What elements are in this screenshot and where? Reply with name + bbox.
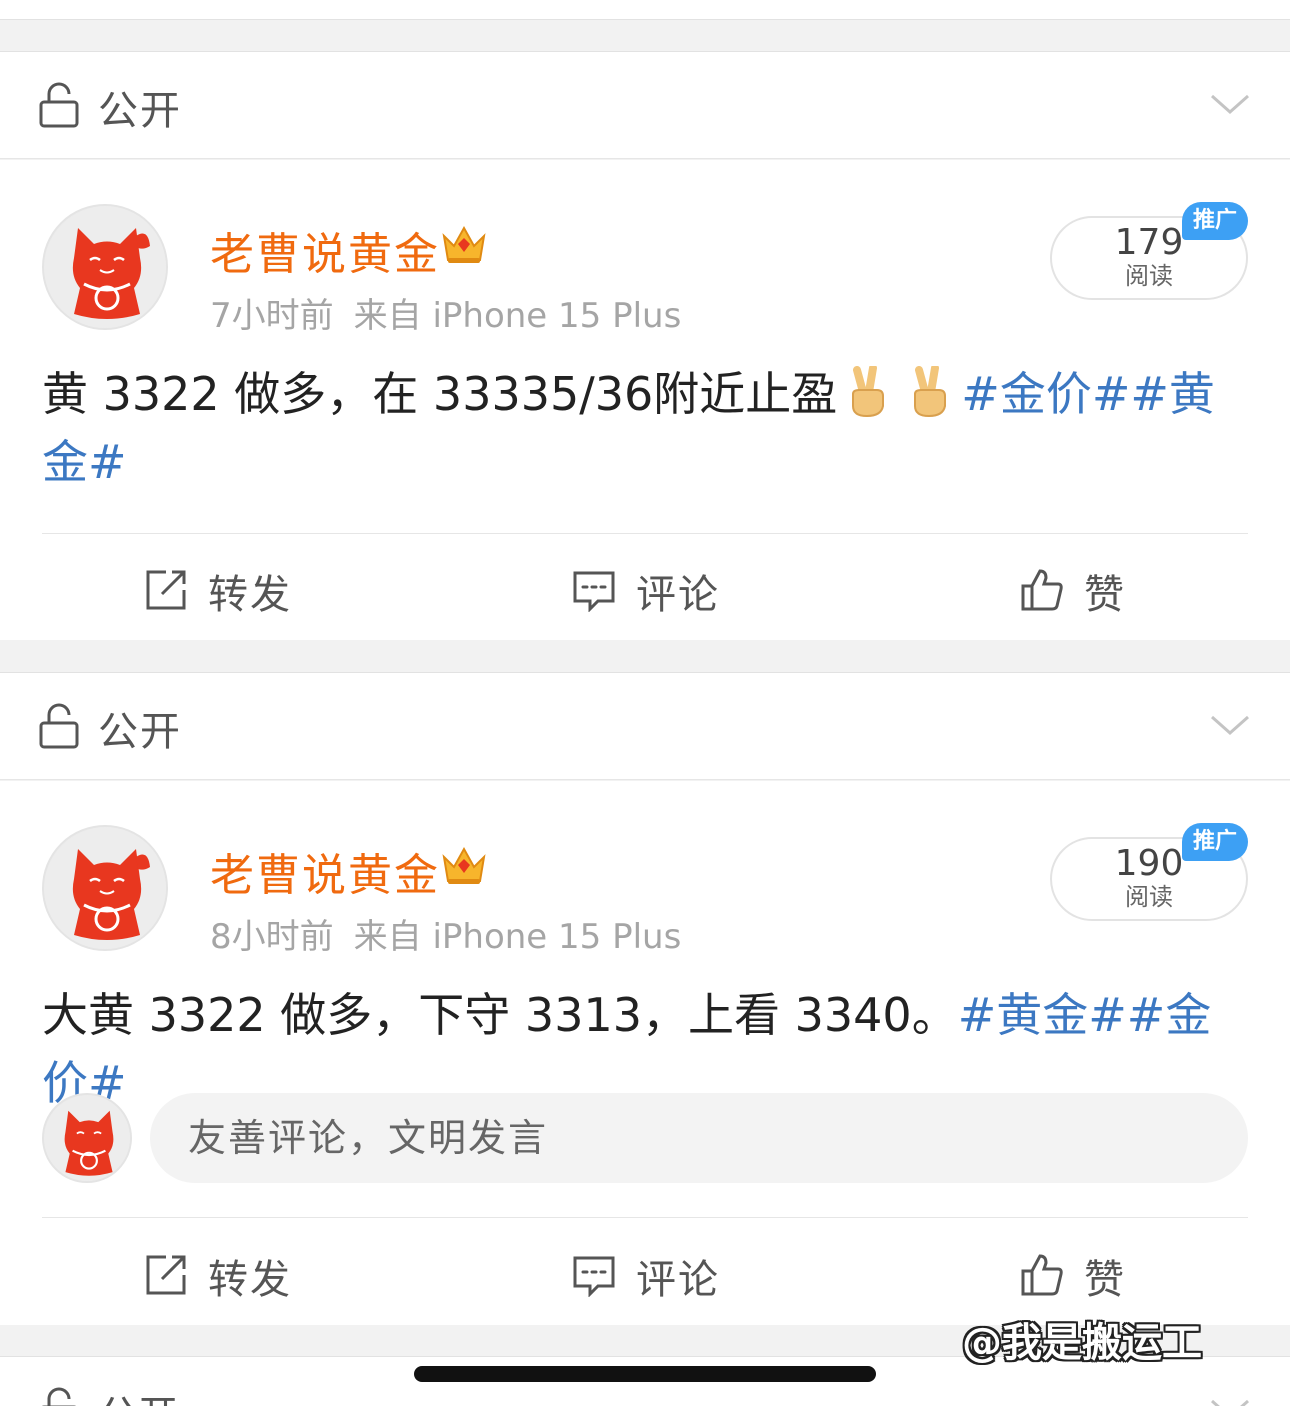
comment-label: 评论 (636, 1257, 720, 1303)
like-button[interactable]: 赞 (1020, 1247, 1150, 1307)
visibility-bar[interactable]: 公开 (0, 51, 1290, 159)
post-text: 黄 3322 做多，在 33335/36附近止盈 #金价##黄金# (42, 360, 1252, 496)
chevron-down-icon[interactable] (1208, 703, 1252, 747)
chevron-down-icon[interactable] (1208, 82, 1252, 126)
unlock-icon (41, 1387, 77, 1406)
avatar[interactable] (42, 825, 168, 951)
home-indicator[interactable] (414, 1366, 876, 1382)
comment-label: 评论 (636, 572, 720, 618)
lucky-cat-icon (44, 206, 166, 328)
unlock-icon (39, 82, 79, 128)
visibility-label: 公开 (98, 709, 182, 755)
chevron-down-icon[interactable] (1208, 1387, 1252, 1406)
comment-icon (573, 571, 615, 612)
post-source: 来自 iPhone 15 Plus (353, 917, 682, 957)
like-button[interactable]: 赞 (1020, 562, 1150, 622)
like-label: 赞 (1084, 572, 1126, 618)
post-card: 老曹说黄金 7小时前 来自 iPhone 15 Plus 179 阅读 推广 黄 … (0, 160, 1290, 640)
post-source: 来自 iPhone 15 Plus (353, 296, 682, 336)
repost-button[interactable]: 转发 (144, 562, 314, 622)
post-time: 7小时前 (210, 296, 334, 336)
avatar[interactable] (42, 204, 168, 330)
comment-button[interactable]: 评论 (572, 562, 742, 622)
post-text-body: 黄 3322 做多，在 33335/36附近止盈 (42, 367, 838, 421)
vip-crown-icon (442, 846, 486, 884)
read-count-label: 阅读 (1125, 883, 1173, 911)
post-text-body: 大黄 3322 做多，下守 3313，上看 3340。 (42, 988, 958, 1042)
comment-button[interactable]: 评论 (572, 1247, 742, 1307)
read-count-label: 阅读 (1125, 262, 1173, 290)
post-meta: 7小时前 来自 iPhone 15 Plus (210, 288, 681, 337)
promote-badge[interactable]: 推广 (1182, 202, 1248, 240)
post-meta: 8小时前 来自 iPhone 15 Plus (210, 909, 681, 958)
thumbs-up-icon (1021, 1254, 1063, 1296)
comment-icon (573, 1256, 615, 1297)
repost-icon (146, 570, 186, 610)
thumbs-up-icon (1021, 569, 1063, 611)
divider (42, 1217, 1248, 1218)
lucky-cat-icon (44, 827, 166, 949)
visibility-bar[interactable]: 公开 (0, 672, 1290, 780)
my-avatar[interactable] (42, 1093, 132, 1183)
post-card: 老曹说黄金 8小时前 来自 iPhone 15 Plus 190 阅读 推广 大黄… (0, 781, 1290, 1325)
repost-label: 转发 (208, 572, 292, 618)
unlock-icon (39, 703, 79, 749)
top-strip (0, 0, 1290, 20)
promote-badge[interactable]: 推广 (1182, 823, 1248, 861)
author-name[interactable]: 老曹说黄金 (210, 839, 440, 903)
victory-hand-icon (852, 366, 885, 418)
post-time: 8小时前 (210, 917, 334, 957)
watermark: @我是搬运工 (962, 1320, 1202, 1366)
repost-icon (146, 1255, 186, 1295)
like-label: 赞 (1084, 1257, 1126, 1303)
author-name[interactable]: 老曹说黄金 (210, 218, 440, 282)
victory-hand-icon (914, 366, 947, 418)
comment-input[interactable]: 友善评论，文明发言 (150, 1093, 1248, 1183)
visibility-label: 公开 (98, 88, 182, 134)
vip-crown-icon (442, 225, 486, 263)
lucky-cat-icon (44, 1095, 130, 1181)
repost-button[interactable]: 转发 (144, 1247, 314, 1307)
divider (42, 533, 1248, 534)
repost-label: 转发 (208, 1257, 292, 1303)
visibility-label: 公开 (98, 1383, 178, 1406)
